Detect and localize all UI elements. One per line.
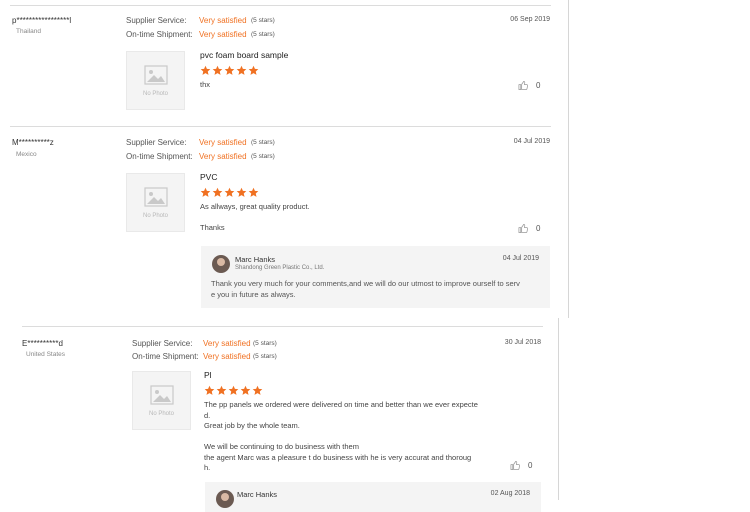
divider	[22, 326, 543, 327]
product-photo-placeholder[interactable]: No Photo	[126, 173, 185, 232]
ontime-shipment-stars: (5 stars)	[253, 353, 277, 360]
supplier-service-label: Supplier Service:	[132, 339, 193, 348]
like-count: 0	[528, 461, 533, 470]
review-date: 06 Sep 2019	[510, 16, 550, 23]
review-text: The pp panels we ordered were delivered …	[204, 400, 478, 472]
like-count: 0	[536, 81, 541, 90]
supplier-service-label: Supplier Service:	[126, 16, 187, 25]
ontime-shipment-label: On-time Shipment:	[126, 152, 193, 161]
star-icon	[252, 385, 263, 395]
star-icon	[248, 187, 259, 197]
no-photo-label: No Photo	[148, 411, 175, 417]
star-icon	[240, 385, 251, 395]
ontime-shipment-label: On-time Shipment:	[132, 352, 199, 361]
review-date: 30 Jul 2018	[504, 339, 541, 346]
star-rating	[200, 65, 259, 76]
supplier-reply: Marc Hanks 02 Aug 2018	[205, 482, 541, 512]
star-icon	[236, 187, 247, 197]
ontime-shipment-value: Very satisfied	[199, 30, 247, 39]
supplier-service-value: Very satisfied	[199, 138, 247, 147]
review-date: 04 Jul 2019	[513, 138, 550, 145]
star-icon	[216, 385, 227, 395]
like-button[interactable]: 0	[510, 460, 532, 471]
product-photo-placeholder[interactable]: No Photo	[132, 371, 191, 430]
supplier-service-stars: (5 stars)	[253, 340, 277, 347]
review-text: thx	[200, 80, 211, 89]
panel-border-right	[568, 0, 569, 318]
supplier-service-stars: (5 stars)	[251, 139, 275, 146]
star-icon	[204, 385, 215, 395]
reply-company[interactable]: Shandong Green Plastic Co., Ltd.	[235, 265, 324, 271]
star-icon	[212, 187, 223, 197]
star-icon	[224, 65, 235, 75]
star-icon	[228, 385, 239, 395]
thumbs-up-icon	[510, 461, 521, 470]
like-button[interactable]: 0	[518, 80, 540, 91]
supplier-service-value: Very satisfied	[199, 16, 247, 25]
ontime-shipment-label: On-time Shipment:	[126, 30, 193, 39]
panel-border-right-lower	[558, 318, 559, 500]
buyer-name: E**********d	[22, 339, 63, 348]
buyer-country: Thailand	[16, 28, 41, 35]
ontime-shipment-stars: (5 stars)	[251, 31, 275, 38]
star-icon	[236, 65, 247, 75]
no-photo-label: No Photo	[142, 213, 169, 219]
reply-date: 04 Jul 2019	[502, 255, 539, 262]
divider	[10, 126, 551, 127]
star-icon	[224, 187, 235, 197]
like-count: 0	[536, 224, 541, 233]
ontime-shipment-value: Very satisfied	[199, 152, 247, 161]
reply-text: Thank you very much for your comments,an…	[211, 279, 520, 299]
buyer-country: Mexico	[16, 151, 37, 158]
image-placeholder-icon	[150, 385, 174, 405]
buyer-name: M**********z	[12, 138, 54, 147]
supplier-service-value: Very satisfied	[203, 339, 251, 348]
divider	[10, 5, 551, 6]
star-rating	[200, 187, 259, 198]
ontime-shipment-value: Very satisfied	[203, 352, 251, 361]
like-button[interactable]: 0	[518, 223, 540, 234]
star-icon	[212, 65, 223, 75]
supplier-reply: Marc Hanks Shandong Green Plastic Co., L…	[201, 246, 550, 308]
star-icon	[248, 65, 259, 75]
review-text: As allways, great quality product. Thank…	[200, 202, 310, 232]
product-name[interactable]: Pl	[204, 370, 212, 380]
avatar	[212, 255, 230, 273]
ontime-shipment-stars: (5 stars)	[251, 153, 275, 160]
reply-date: 02 Aug 2018	[490, 490, 530, 497]
star-icon	[200, 187, 211, 197]
thumbs-up-icon	[518, 81, 529, 90]
buyer-country: United States	[26, 351, 66, 358]
product-photo-placeholder[interactable]: No Photo	[126, 51, 185, 110]
thumbs-up-icon	[518, 224, 529, 233]
buyer-name: p*****************l	[12, 16, 72, 25]
reply-author: Marc Hanks	[237, 490, 278, 499]
avatar	[216, 490, 234, 508]
supplier-service-stars: (5 stars)	[251, 17, 275, 24]
supplier-service-label: Supplier Service:	[126, 138, 187, 147]
product-name[interactable]: pvc foam board sample	[200, 50, 288, 60]
star-rating	[204, 385, 263, 396]
product-name[interactable]: PVC	[200, 172, 217, 182]
star-icon	[200, 65, 211, 75]
reply-author: Marc Hanks	[235, 255, 276, 264]
no-photo-label: No Photo	[142, 91, 169, 97]
image-placeholder-icon	[144, 65, 168, 85]
image-placeholder-icon	[144, 187, 168, 207]
